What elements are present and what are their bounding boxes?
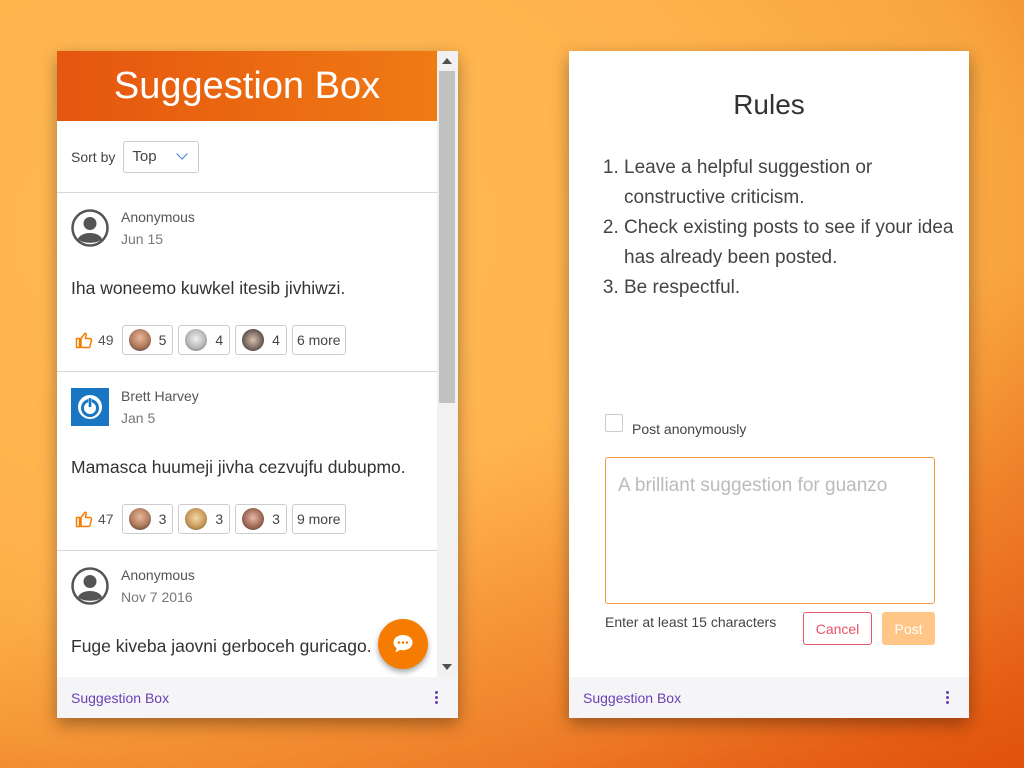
like-button[interactable]: 49	[75, 331, 114, 349]
scrollbar-thumb[interactable]	[439, 71, 455, 403]
rules-title: Rules	[733, 89, 805, 120]
sort-dropdown[interactable]: Top	[123, 140, 200, 173]
reaction-count: 3	[215, 511, 224, 527]
more-reactions-button[interactable]: 6 more	[291, 325, 346, 355]
post-body: Iha woneemo kuwkel itesib jivhiwzi.	[71, 278, 346, 298]
chevron-down-icon	[176, 148, 189, 160]
like-button[interactable]: 47	[75, 510, 114, 528]
rule-item: Check existing posts to see if your idea…	[624, 213, 964, 273]
sort-label: Sort by	[71, 148, 116, 165]
widget-header: Suggestion Box	[57, 51, 437, 121]
post-anonymously-row: Post anonymously	[605, 413, 746, 437]
widget-footer: Suggestion Box	[57, 677, 458, 718]
suggestion-post: Brett Harvey Jan 5 Mamasca huumeji jivha…	[57, 372, 437, 551]
rule-item: Leave a helpful suggestion or constructi…	[624, 153, 964, 213]
reactor-avatar	[128, 329, 151, 351]
textarea-placeholder: A brilliant suggestion for guanzo	[618, 475, 888, 496]
kebab-menu-icon[interactable]	[429, 687, 444, 708]
scroll-down-arrow-icon[interactable]	[442, 664, 452, 670]
widget-footer: Suggestion Box	[569, 677, 969, 718]
post-author: Brett Harvey	[121, 388, 199, 404]
suggestion-list-widget: Suggestion Box Sort by Top Anonymous Jun…	[57, 51, 458, 718]
post-anonymously-label[interactable]: Post anonymously	[632, 421, 746, 437]
more-reactions-label: 9 more	[296, 511, 341, 527]
post-author: Anonymous	[121, 567, 195, 583]
post-author: Anonymous	[121, 209, 195, 225]
power-icon	[71, 388, 109, 426]
more-reactions-button[interactable]: 9 more	[291, 504, 346, 534]
reaction-count: 4	[272, 332, 280, 348]
new-suggestion-button[interactable]	[378, 619, 428, 669]
post-date: Jun 15	[121, 231, 164, 247]
more-reactions-label: 6 more	[296, 332, 341, 348]
rule-item: Be respectful.	[624, 273, 964, 303]
like-count: 47	[98, 511, 114, 527]
reaction-chip[interactable]: 3	[235, 504, 287, 534]
reactor-avatar	[185, 508, 208, 530]
reactions-bar: 49 5 4 4 6 more	[71, 325, 351, 355]
chat-bubble-icon	[393, 635, 413, 653]
reaction-chip[interactable]: 4	[235, 325, 287, 355]
reaction-count: 3	[272, 511, 280, 527]
scrollbar[interactable]	[437, 51, 458, 677]
suggestion-textarea[interactable]: A brilliant suggestion for guanzo	[605, 457, 935, 604]
footer-link[interactable]: Suggestion Box	[583, 690, 681, 706]
kebab-menu-icon[interactable]	[940, 687, 955, 708]
reaction-chip[interactable]: 4	[178, 325, 231, 355]
reactor-avatar	[185, 329, 208, 351]
reaction-chip[interactable]: 5	[121, 325, 174, 355]
reaction-count: 3	[158, 511, 167, 527]
header-title: Suggestion Box	[113, 64, 381, 107]
reactions-bar: 47 3 3 3 9 more	[71, 504, 351, 534]
post-date: Jan 5	[121, 410, 156, 426]
scroll-up-arrow-icon[interactable]	[442, 58, 452, 64]
post-anonymously-checkbox[interactable]	[605, 414, 623, 432]
user-circle-icon	[71, 567, 109, 605]
sort-bar: Sort by Top	[57, 121, 437, 193]
reaction-count: 4	[215, 332, 224, 348]
suggestion-post: Anonymous Nov 7 2016 Fuge kiveba jaovni …	[57, 551, 437, 677]
footer-link[interactable]: Suggestion Box	[71, 690, 169, 706]
suggestion-post: Anonymous Jun 15 Iha woneemo kuwkel ites…	[57, 193, 437, 372]
user-circle-icon	[71, 209, 109, 247]
reactor-avatar	[242, 329, 265, 351]
like-count: 49	[98, 332, 114, 348]
thumbs-up-icon	[75, 511, 93, 528]
sort-selected-value: Top	[132, 148, 157, 165]
thumbs-up-icon	[75, 332, 93, 349]
reactor-avatar	[242, 508, 265, 530]
reaction-chip[interactable]: 3	[178, 504, 231, 534]
reactor-avatar	[128, 508, 151, 530]
reaction-count: 5	[158, 332, 167, 348]
new-suggestion-widget: Rules Leave a helpful suggestion or cons…	[569, 51, 969, 718]
character-hint: Enter at least 15 characters	[605, 614, 777, 630]
post-body: Fuge kiveba jaovni gerboceh guricago.	[71, 636, 372, 656]
rules-list: Leave a helpful suggestion or constructi…	[602, 153, 964, 303]
cancel-button[interactable]: Cancel	[803, 612, 872, 645]
reaction-chip[interactable]: 3	[121, 504, 174, 534]
post-button[interactable]: Post	[882, 612, 935, 645]
post-date: Nov 7 2016	[121, 589, 193, 605]
suggestion-scroll-area[interactable]: Suggestion Box Sort by Top Anonymous Jun…	[57, 51, 437, 677]
post-body: Mamasca huumeji jivha cezvujfu dubupmo.	[71, 457, 406, 477]
